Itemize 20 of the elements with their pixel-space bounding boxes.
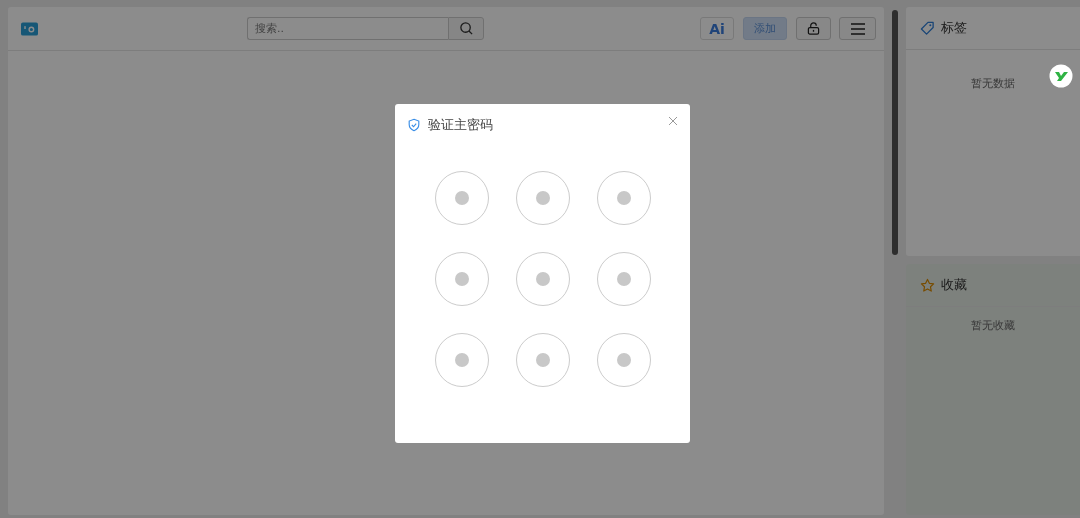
padlock-icon [807, 22, 820, 35]
shield-icon [407, 118, 421, 132]
empty-message: 暂无收藏 [970, 318, 1016, 333]
menu-icon [849, 22, 866, 35]
extension-icon[interactable] [1049, 64, 1073, 88]
lock-button[interactable] [796, 17, 831, 40]
tags-title: 标签 [941, 19, 967, 37]
search-field[interactable]: 搜索.. [247, 17, 448, 40]
menu-button[interactable] [839, 17, 876, 40]
search-icon [458, 21, 474, 36]
dialog-title: 验证主密码 [428, 116, 493, 134]
empty-message: 暂无数据 [970, 76, 1016, 91]
close-icon[interactable] [668, 116, 678, 126]
favorites-title: 收藏 [941, 276, 967, 294]
scrollbar-thumb[interactable] [892, 10, 898, 255]
logo-icon [21, 21, 38, 36]
search-button[interactable] [448, 17, 484, 40]
ai-button[interactable]: Ai [700, 17, 734, 40]
tag-icon [920, 20, 935, 36]
star-icon [920, 277, 935, 293]
